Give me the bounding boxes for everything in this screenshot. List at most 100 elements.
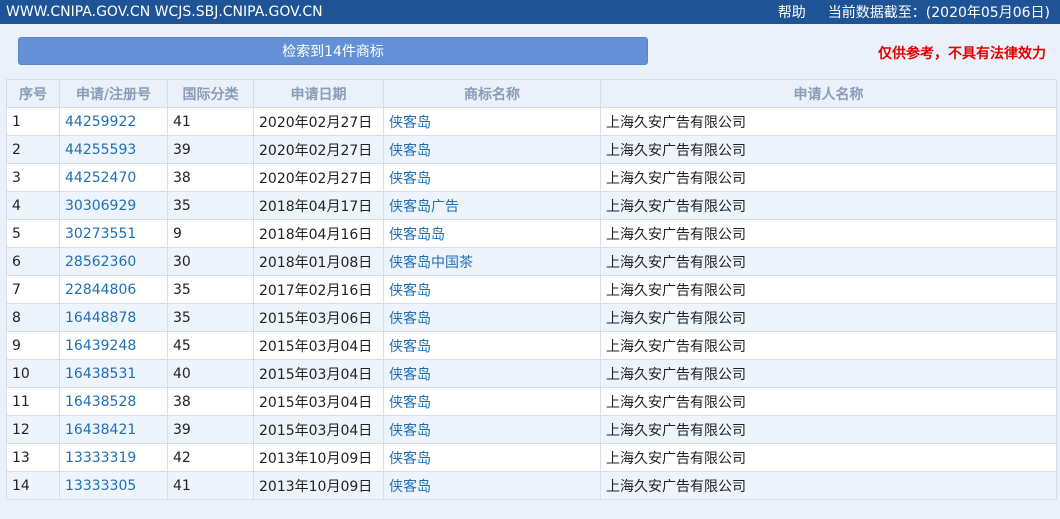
- class-cell: 35: [167, 191, 254, 220]
- search-result-count-button[interactable]: 检索到14件商标: [18, 37, 648, 65]
- row-index: 9: [6, 331, 60, 360]
- reg-number-link[interactable]: 16439248: [59, 331, 168, 360]
- trademark-name-link[interactable]: 侠客岛: [383, 359, 601, 388]
- row-index: 10: [6, 359, 60, 388]
- trademark-name-link[interactable]: 侠客岛广告: [383, 191, 601, 220]
- table-row: 6 28562360 30 2018年01月08日 侠客岛中国茶 上海久安广告有限公司: [6, 247, 1057, 276]
- applicant-cell: 上海久安广告有限公司: [600, 443, 1057, 472]
- reg-number-link[interactable]: 30306929: [59, 191, 168, 220]
- reg-number-link[interactable]: 28562360: [59, 247, 168, 276]
- reg-number-link[interactable]: 44252470: [59, 163, 168, 192]
- class-cell: 42: [167, 443, 254, 472]
- row-index: 4: [6, 191, 60, 220]
- row-index: 8: [6, 303, 60, 332]
- table-row: 1 44259922 41 2020年02月27日 侠客岛 上海久安广告有限公司: [6, 107, 1057, 136]
- applicant-cell: 上海久安广告有限公司: [600, 303, 1057, 332]
- reg-number-link[interactable]: 44259922: [59, 107, 168, 136]
- table-row: 3 44252470 38 2020年02月27日 侠客岛 上海久安广告有限公司: [6, 163, 1057, 192]
- trademark-name-link[interactable]: 侠客岛: [383, 275, 601, 304]
- trademark-name-link[interactable]: 侠客岛: [383, 107, 601, 136]
- date-cell: 2017年02月16日: [253, 275, 384, 304]
- trademark-name-link[interactable]: 侠客岛: [383, 387, 601, 416]
- reg-number-link[interactable]: 13333319: [59, 443, 168, 472]
- reg-number-link[interactable]: 44255593: [59, 135, 168, 164]
- table-row: 4 30306929 35 2018年04月17日 侠客岛广告 上海久安广告有限公司: [6, 191, 1057, 220]
- column-header-reg-number: 申请/注册号: [59, 79, 168, 108]
- table-row: 2 44255593 39 2020年02月27日 侠客岛 上海久安广告有限公司: [6, 135, 1057, 164]
- trademark-results-table: 序号 申请/注册号 国际分类 申请日期 商标名称 申请人名称 1 44259922…: [6, 79, 1057, 500]
- applicant-cell: 上海久安广告有限公司: [600, 163, 1057, 192]
- data-date: 当前数据截至：(2020年05月06日): [827, 5, 1050, 21]
- date-cell: 2020年02月27日: [253, 107, 384, 136]
- date-cell: 2018年04月16日: [253, 219, 384, 248]
- trademark-name-link[interactable]: 侠客岛: [383, 415, 601, 444]
- reg-number-link[interactable]: 22844806: [59, 275, 168, 304]
- applicant-cell: 上海久安广告有限公司: [600, 275, 1057, 304]
- class-cell: 38: [167, 163, 254, 192]
- applicant-cell: 上海久安广告有限公司: [600, 191, 1057, 220]
- applicant-cell: 上海久安广告有限公司: [600, 247, 1057, 276]
- date-cell: 2020年02月27日: [253, 163, 384, 192]
- help-link[interactable]: 帮助: [778, 2, 806, 22]
- reg-number-link[interactable]: 16438528: [59, 387, 168, 416]
- row-index: 3: [6, 163, 60, 192]
- class-cell: 38: [167, 387, 254, 416]
- row-index: 13: [6, 443, 60, 472]
- date-cell: 2018年04月17日: [253, 191, 384, 220]
- date-cell: 2015年03月04日: [253, 359, 384, 388]
- table-row: 13 13333319 42 2013年10月09日 侠客岛 上海久安广告有限公司: [6, 443, 1057, 472]
- trademark-name-link[interactable]: 侠客岛: [383, 135, 601, 164]
- trademark-name-link[interactable]: 侠客岛: [383, 443, 601, 472]
- site-domains: WWW.CNIPA.GOV.CN WCJS.SBJ.CNIPA.GOV.CN: [6, 4, 323, 20]
- column-header-trademark-name: 商标名称: [383, 79, 601, 108]
- date-cell: 2013年10月09日: [253, 471, 384, 500]
- trademark-name-link[interactable]: 侠客岛: [383, 471, 601, 500]
- table-row: 5 30273551 9 2018年04月16日 侠客岛岛 上海久安广告有限公司: [6, 219, 1057, 248]
- date-cell: 2015年03月04日: [253, 387, 384, 416]
- trademark-name-link[interactable]: 侠客岛: [383, 163, 601, 192]
- trademark-name-link[interactable]: 侠客岛: [383, 331, 601, 360]
- date-cell: 2015年03月04日: [253, 331, 384, 360]
- trademark-name-link[interactable]: 侠客岛: [383, 303, 601, 332]
- row-index: 14: [6, 471, 60, 500]
- class-cell: 39: [167, 135, 254, 164]
- applicant-cell: 上海久安广告有限公司: [600, 135, 1057, 164]
- applicant-cell: 上海久安广告有限公司: [600, 219, 1057, 248]
- table-row: 12 16438421 39 2015年03月04日 侠客岛 上海久安广告有限公司: [6, 415, 1057, 444]
- table-row: 11 16438528 38 2015年03月04日 侠客岛 上海久安广告有限公司: [6, 387, 1057, 416]
- table-row: 10 16438531 40 2015年03月04日 侠客岛 上海久安广告有限公司: [6, 359, 1057, 388]
- reg-number-link[interactable]: 30273551: [59, 219, 168, 248]
- table-row: 7 22844806 35 2017年02月16日 侠客岛 上海久安广告有限公司: [6, 275, 1057, 304]
- date-cell: 2020年02月27日: [253, 135, 384, 164]
- applicant-cell: 上海久安广告有限公司: [600, 387, 1057, 416]
- applicant-cell: 上海久安广告有限公司: [600, 471, 1057, 500]
- class-cell: 41: [167, 471, 254, 500]
- row-index: 7: [6, 275, 60, 304]
- date-cell: 2013年10月09日: [253, 443, 384, 472]
- reg-number-link[interactable]: 13333305: [59, 471, 168, 500]
- date-cell: 2015年03月06日: [253, 303, 384, 332]
- top-bar-right: 帮助 当前数据截至：(2020年05月06日): [778, 2, 1050, 22]
- class-cell: 9: [167, 219, 254, 248]
- date-cell: 2015年03月04日: [253, 415, 384, 444]
- reg-number-link[interactable]: 16438531: [59, 359, 168, 388]
- disclaimer-text: 仅供参考，不具有法律效力: [878, 46, 1046, 62]
- row-index: 12: [6, 415, 60, 444]
- reg-number-link[interactable]: 16438421: [59, 415, 168, 444]
- table-row: 9 16439248 45 2015年03月04日 侠客岛 上海久安广告有限公司: [6, 331, 1057, 360]
- class-cell: 39: [167, 415, 254, 444]
- table-header-row: 序号 申请/注册号 国际分类 申请日期 商标名称 申请人名称: [6, 79, 1057, 108]
- class-cell: 30: [167, 247, 254, 276]
- class-cell: 35: [167, 303, 254, 332]
- class-cell: 35: [167, 275, 254, 304]
- top-bar: WWW.CNIPA.GOV.CN WCJS.SBJ.CNIPA.GOV.CN 帮…: [0, 0, 1060, 24]
- reg-number-link[interactable]: 16448878: [59, 303, 168, 332]
- table-row: 14 13333305 41 2013年10月09日 侠客岛 上海久安广告有限公司: [6, 471, 1057, 500]
- applicant-cell: 上海久安广告有限公司: [600, 415, 1057, 444]
- applicant-cell: 上海久安广告有限公司: [600, 107, 1057, 136]
- date-cell: 2018年01月08日: [253, 247, 384, 276]
- trademark-name-link[interactable]: 侠客岛岛: [383, 219, 601, 248]
- row-index: 5: [6, 219, 60, 248]
- trademark-name-link[interactable]: 侠客岛中国茶: [383, 247, 601, 276]
- applicant-cell: 上海久安广告有限公司: [600, 359, 1057, 388]
